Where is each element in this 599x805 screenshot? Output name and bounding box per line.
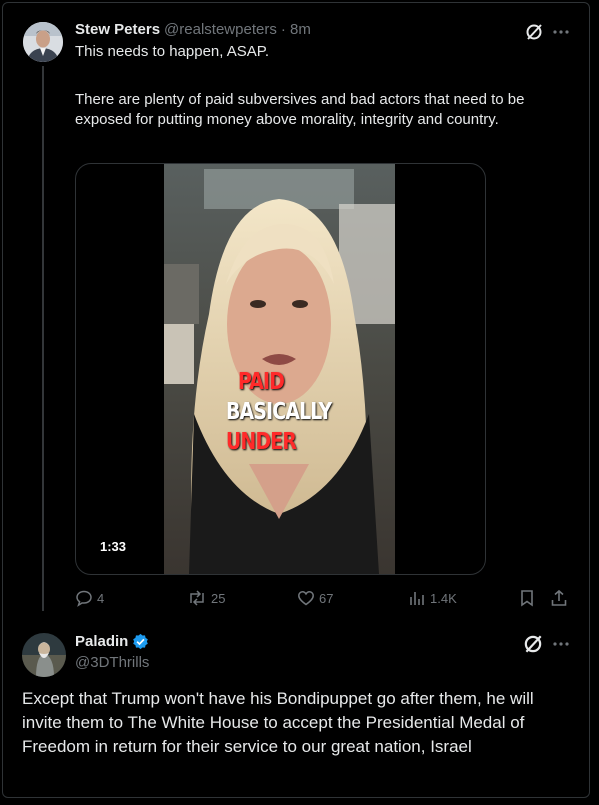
bookmark-icon[interactable] [518,589,536,607]
grok-icon[interactable] [524,22,544,42]
verified-badge-icon [133,633,149,650]
repost-icon [190,590,204,606]
tweet[interactable]: Stew Peters @realstewpeters · 8m This ne… [0,0,599,615]
reply-text: Except that Trump won't have his Bondipu… [22,689,534,756]
author-handle[interactable]: @realstewpeters [164,21,277,38]
share-icon[interactable] [550,589,568,607]
view-count: 1.4K [430,590,457,606]
reply-grok-icon[interactable] [522,633,544,655]
avatar-image [23,22,63,62]
repost-count: 25 [211,590,226,606]
reply-count: 4 [97,590,105,606]
video-player[interactable]: PAID BASICALLY UNDER 1:33 [75,163,486,575]
tweet-text-line1: This needs to happen, ASAP. [75,43,270,60]
reply-author-name[interactable]: Paladin [75,633,128,650]
tweet-time[interactable]: · 8m [281,21,311,38]
repost-action[interactable]: 25 [187,589,225,607]
like-count: 67 [319,590,334,606]
reply-author-handle[interactable]: @3DThrills [75,654,149,671]
reply-avatar[interactable] [22,633,66,677]
reply-tweet[interactable]: Paladin @3DThrills Except that Trump won… [0,615,599,805]
video-caption-1: PAID [238,369,285,395]
tweet-text-paragraph: There are plenty of paid subversives and… [75,91,525,128]
thread-line [42,66,44,611]
video-caption-2: BASICALLY [226,399,332,425]
video-duration: 1:33 [96,538,131,555]
tweet-header: Stew Peters @realstewpeters · 8m [75,21,311,38]
author-name[interactable]: Stew Peters [75,21,160,38]
views-icon [410,592,424,605]
views-action[interactable]: 1.4K [408,589,457,607]
reply-action[interactable]: 4 [75,589,104,607]
video-caption-3: UNDER [226,429,297,455]
reply-more-icon[interactable] [552,636,570,652]
reply-icon [76,590,92,607]
like-icon [298,591,314,606]
reply-header: Paladin [75,633,149,650]
reply-avatar-image [22,633,66,677]
like-action[interactable]: 67 [297,589,333,607]
avatar[interactable] [23,22,63,62]
more-icon[interactable] [552,24,570,40]
